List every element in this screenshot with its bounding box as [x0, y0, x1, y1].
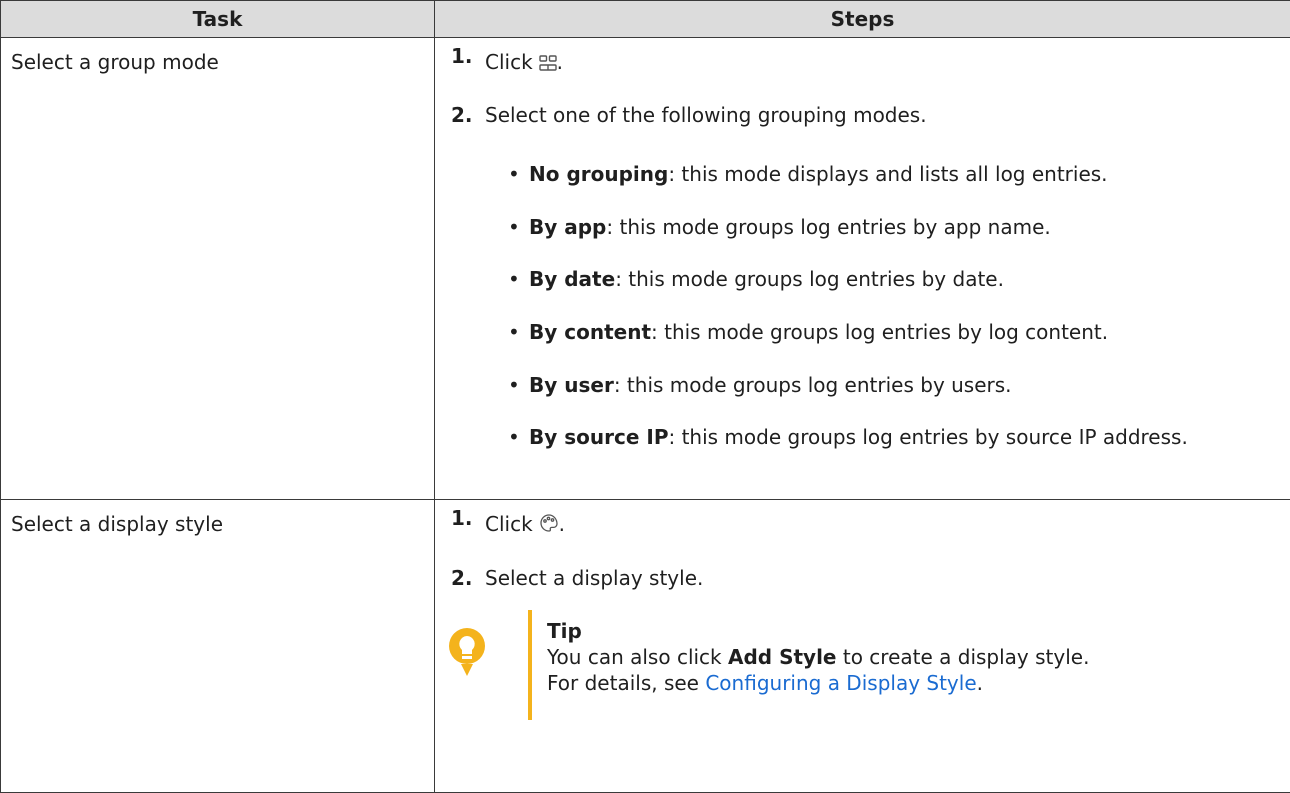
grid-view-icon [539, 52, 557, 76]
step-item: 1.Click. [451, 512, 565, 538]
step-number: 1. [451, 506, 485, 530]
bullet-term: By date [529, 267, 615, 291]
add-style-term: Add Style [728, 645, 837, 669]
tip-text: to create a display style. [837, 645, 1090, 669]
table-row: Select a display style 1.Click. 2.Select… [1, 500, 1290, 793]
list-item: •By app: this mode groups log entries by… [529, 215, 1269, 240]
step-text-end: . [559, 512, 565, 536]
list-item: •By content: this mode groups log entrie… [529, 320, 1269, 345]
configuring-display-style-link[interactable]: Configuring a Display Style [705, 671, 976, 695]
step-number: 1. [451, 44, 485, 68]
bullet-term: By app [529, 215, 606, 239]
bullet-term: By user [529, 373, 614, 397]
step-text: Click [485, 50, 533, 74]
tip-content: Tip You can also click Add Style to crea… [547, 618, 1089, 696]
table-header-row: Task Steps [1, 1, 1290, 38]
step-number: 2. [451, 103, 485, 127]
table-row: Select a group mode 1.Click. 2.Select on… [1, 38, 1290, 500]
tip-text: You can also click [547, 645, 728, 669]
step-text-end: . [557, 50, 563, 74]
palette-icon [539, 513, 559, 538]
tip-text: For details, see [547, 671, 705, 695]
lightbulb-icon [447, 628, 487, 680]
tip-line: You can also click Add Style to create a… [547, 644, 1089, 670]
bullet-text: : this mode groups log entries by date. [615, 267, 1004, 291]
bullet-text: : this mode groups log entries by source… [668, 425, 1187, 449]
step-text: Click [485, 512, 533, 536]
bullet-text: : this mode groups log entries by app na… [606, 215, 1050, 239]
bullet-text: : this mode displays and lists all log e… [668, 162, 1107, 186]
step-item: 2.Select one of the following grouping m… [451, 103, 927, 127]
task-cell: Select a display style [1, 500, 435, 793]
steps-cell: 1.Click. 2.Select one of the following g… [435, 38, 1290, 500]
tip-title: Tip [547, 618, 1089, 644]
column-header-steps: Steps [435, 1, 1290, 38]
step-text: Select one of the following grouping mod… [485, 103, 927, 127]
tip-callout: Tip You can also click Add Style to crea… [447, 610, 1247, 720]
bullet-term: No grouping [529, 162, 668, 186]
list-item: •By date: this mode groups log entries b… [529, 267, 1269, 292]
bullet-text: : this mode groups log entries by log co… [651, 320, 1108, 344]
tip-accent-bar [528, 610, 532, 720]
task-cell: Select a group mode [1, 38, 435, 500]
list-item: •By source IP: this mode groups log entr… [529, 425, 1269, 450]
column-header-task: Task [1, 1, 435, 38]
step-text: Select a display style. [485, 566, 703, 590]
list-item: •By user: this mode groups log entries b… [529, 373, 1269, 398]
list-item: •No grouping: this mode displays and lis… [529, 162, 1269, 187]
steps-cell: 1.Click. 2.Select a display style. [435, 500, 1290, 793]
bullet-term: By content [529, 320, 651, 344]
bullet-term: By source IP [529, 425, 668, 449]
step-item: 1.Click. [451, 50, 563, 76]
task-steps-table: Task Steps Select a group mode 1.Click. … [0, 0, 1290, 793]
tip-text: . [977, 671, 983, 695]
bullet-text: : this mode groups log entries by users. [614, 373, 1012, 397]
step-number: 2. [451, 566, 485, 590]
tip-line: For details, see Configuring a Display S… [547, 670, 1089, 696]
step-item: 2.Select a display style. [451, 566, 703, 590]
